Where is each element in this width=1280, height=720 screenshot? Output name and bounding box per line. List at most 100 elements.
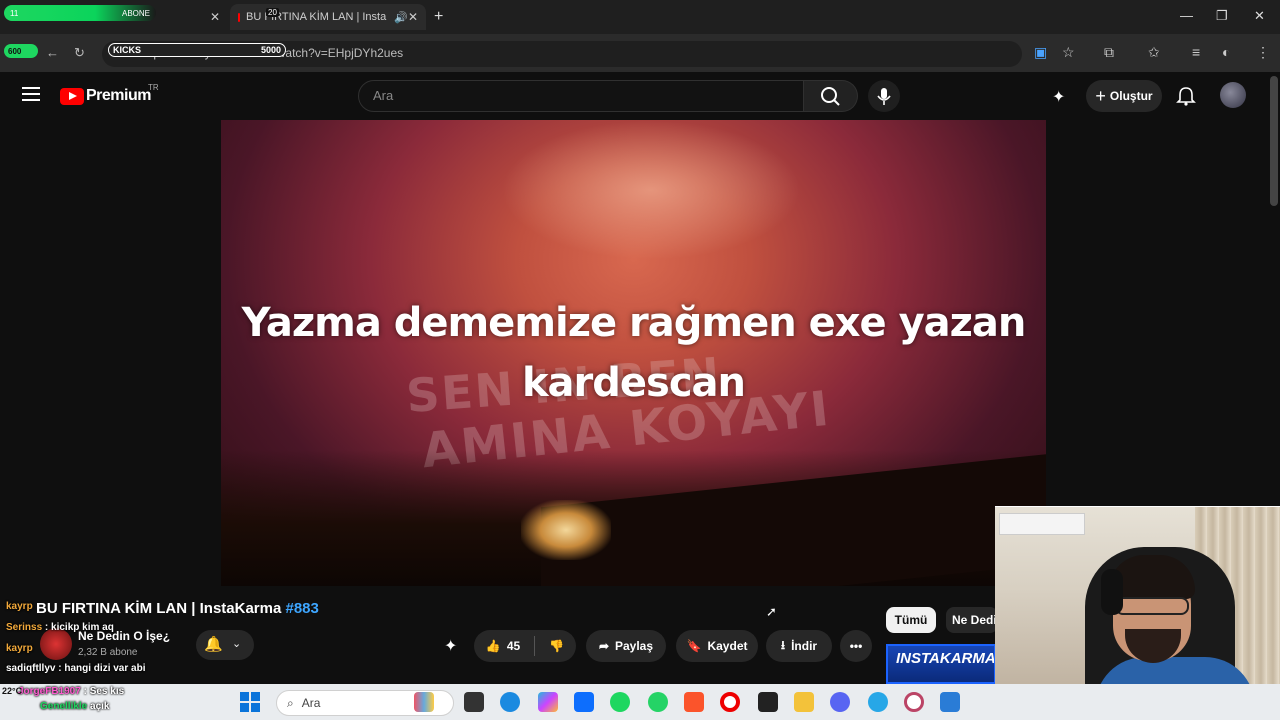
chat-username: JorgeFB1907 xyxy=(18,686,81,697)
like-icon[interactable]: 👍 xyxy=(486,639,501,653)
copilot-icon[interactable] xyxy=(538,692,558,712)
kicks-value: 5000 xyxy=(260,45,281,55)
game-app-icon[interactable] xyxy=(758,692,778,712)
edge-icon[interactable] xyxy=(500,692,520,712)
logo-text[interactable]: Premium xyxy=(86,87,151,105)
profile-icon[interactable]: ◐ xyxy=(1222,44,1230,60)
chat-message: : Ses kıs xyxy=(83,686,125,697)
browser-tab-active[interactable]: BU FIRTINA KİM LAN | Insta 🔊 ✕ xyxy=(230,4,426,30)
video-light-glow xyxy=(501,120,801,260)
youtube-logo-icon[interactable] xyxy=(60,88,84,105)
subscription-bell-button[interactable]: 🔔 ⌄ xyxy=(196,630,254,660)
youtube-header: Premium TR Ara ✦ + Oluştur xyxy=(0,72,1280,206)
opera-gx-icon[interactable] xyxy=(904,692,924,712)
video-caption-line-2: kardescan xyxy=(521,360,746,406)
more-actions-button[interactable]: ••• xyxy=(840,630,872,662)
windows-start-icon[interactable] xyxy=(240,692,260,712)
video-title: BU FIRTINA KİM LAN | InstaKarma #883 xyxy=(36,600,319,617)
opera-icon[interactable] xyxy=(720,692,740,712)
chat-line: sadiqftllyv : hangi dizi var abi xyxy=(6,663,146,674)
microphone-icon xyxy=(877,88,891,105)
bookmark-icon: 🔖 xyxy=(686,639,702,653)
chat-username: sadiqftllyv xyxy=(6,663,56,674)
bookmark-star-icon[interactable]: ☆ xyxy=(1062,44,1075,61)
weather-widget[interactable]: 22°C xyxy=(2,686,22,696)
search-icon xyxy=(821,87,840,106)
spotify-icon[interactable] xyxy=(610,692,630,712)
stream-goal-bar: 11 ABONE xyxy=(4,5,156,21)
create-button[interactable]: + Oluştur xyxy=(1086,80,1162,112)
hamburger-menu-icon[interactable] xyxy=(22,87,40,101)
chat-username: kayrp xyxy=(6,643,33,654)
discord-icon[interactable] xyxy=(830,692,850,712)
notifications-bell-icon[interactable] xyxy=(1176,86,1196,111)
new-tab-icon[interactable]: + xyxy=(434,8,443,26)
brave-icon[interactable] xyxy=(684,692,704,712)
search-button[interactable] xyxy=(804,80,858,112)
favorites-icon[interactable]: ✩ xyxy=(1148,44,1160,61)
download-button[interactable]: ⭳ İndir xyxy=(766,630,832,662)
speaker-icon[interactable]: 🔊 xyxy=(394,11,408,24)
bell-icon: 🔔 xyxy=(204,636,223,653)
chat-line: kayrp xyxy=(6,601,33,612)
chat-line: Serinss : kicikp kim aq xyxy=(6,622,114,633)
share-button[interactable]: ➦ Paylaş xyxy=(586,630,666,662)
reading-list-icon[interactable]: ≡ xyxy=(1192,44,1200,60)
goal-count: 11 xyxy=(10,8,19,18)
app-icon-2[interactable] xyxy=(940,692,960,712)
create-label: Oluştur xyxy=(1109,89,1153,103)
close-window-icon[interactable]: ✕ xyxy=(1254,8,1265,24)
file-explorer-icon[interactable] xyxy=(794,692,814,712)
restore-icon[interactable]: ❐ xyxy=(1216,8,1228,24)
video-player[interactable]: SEN IN BEN AMINA KOYAYI Yazma dememize r… xyxy=(221,120,1046,586)
webcam-glasses xyxy=(1115,597,1189,615)
mouse-cursor: ➚ xyxy=(766,604,777,619)
browser-tab-strip: ✕ 11 ABONE BU FIRTINA KİM LAN | Insta 🔊 … xyxy=(0,0,1280,34)
taskbar-search-label: Ara xyxy=(301,696,321,710)
dislike-icon[interactable]: 👎 xyxy=(549,639,564,653)
chat-username: Serinss xyxy=(6,622,43,633)
menu-icon[interactable]: ⋮ xyxy=(1256,44,1270,61)
windows-taskbar: JorgeFB1907 : Ses kıs 22°C Genellikle aç… xyxy=(0,684,1280,720)
cast-icon[interactable]: ▣ xyxy=(1034,44,1047,61)
extensions-icon[interactable]: ⧉ xyxy=(1104,44,1114,61)
thumbnail-text: INSTAKARMA #883 xyxy=(896,650,996,667)
close-tab-icon[interactable]: ✕ xyxy=(210,10,220,24)
avatar[interactable] xyxy=(1220,82,1246,108)
subscriber-count: 2,32 B abone xyxy=(78,647,138,658)
sparkle-icon[interactable]: ✦ xyxy=(1052,87,1065,107)
chat-line: JorgeFB1907 : Ses kıs xyxy=(18,686,124,697)
save-label: Kaydet xyxy=(707,639,748,653)
back-icon[interactable]: ← xyxy=(46,45,59,60)
chat-line: Genellikle açık xyxy=(40,701,110,712)
chip-ne-dedi[interactable]: Ne Dedi xyxy=(946,607,998,633)
scrollbar[interactable] xyxy=(1270,76,1278,206)
like-count[interactable]: 45 xyxy=(507,639,520,653)
video-title-hashtag[interactable]: #883 xyxy=(286,600,319,617)
voice-search-button[interactable] xyxy=(868,80,900,112)
kicks-goal-overlay: KICKS 5000 xyxy=(108,43,286,57)
chip-all[interactable]: Tümü xyxy=(886,607,936,633)
reload-icon[interactable]: ↻ xyxy=(74,45,85,61)
widgets-icon[interactable] xyxy=(414,692,434,712)
related-video-thumbnail[interactable]: INSTAKARMA #883 xyxy=(886,644,996,684)
webcam-headset xyxy=(1101,569,1123,615)
app-icon[interactable] xyxy=(574,692,594,712)
chat-message: açık xyxy=(90,701,110,712)
search-input[interactable]: Ara xyxy=(358,80,804,112)
download-label: İndir xyxy=(791,639,818,653)
video-title-text: BU FIRTINA KİM LAN | InstaKarma xyxy=(36,600,286,617)
task-view-icon[interactable] xyxy=(464,692,484,712)
whatsapp-icon[interactable] xyxy=(648,692,668,712)
close-tab-icon[interactable]: ✕ xyxy=(408,10,418,24)
chat-line: kayrp xyxy=(6,643,33,654)
minimize-icon[interactable]: — xyxy=(1180,8,1193,23)
region-code: TR xyxy=(148,83,159,92)
chat-username: kayrp xyxy=(6,601,33,612)
save-button[interactable]: 🔖 Kaydet xyxy=(676,630,758,662)
ask-sparkle-icon[interactable]: ✦ xyxy=(444,636,457,656)
stream-counter: 600 xyxy=(4,44,38,58)
goal-label: ABONE xyxy=(121,8,150,18)
telegram-icon[interactable] xyxy=(868,692,888,712)
webcam-air-conditioner xyxy=(999,513,1085,535)
